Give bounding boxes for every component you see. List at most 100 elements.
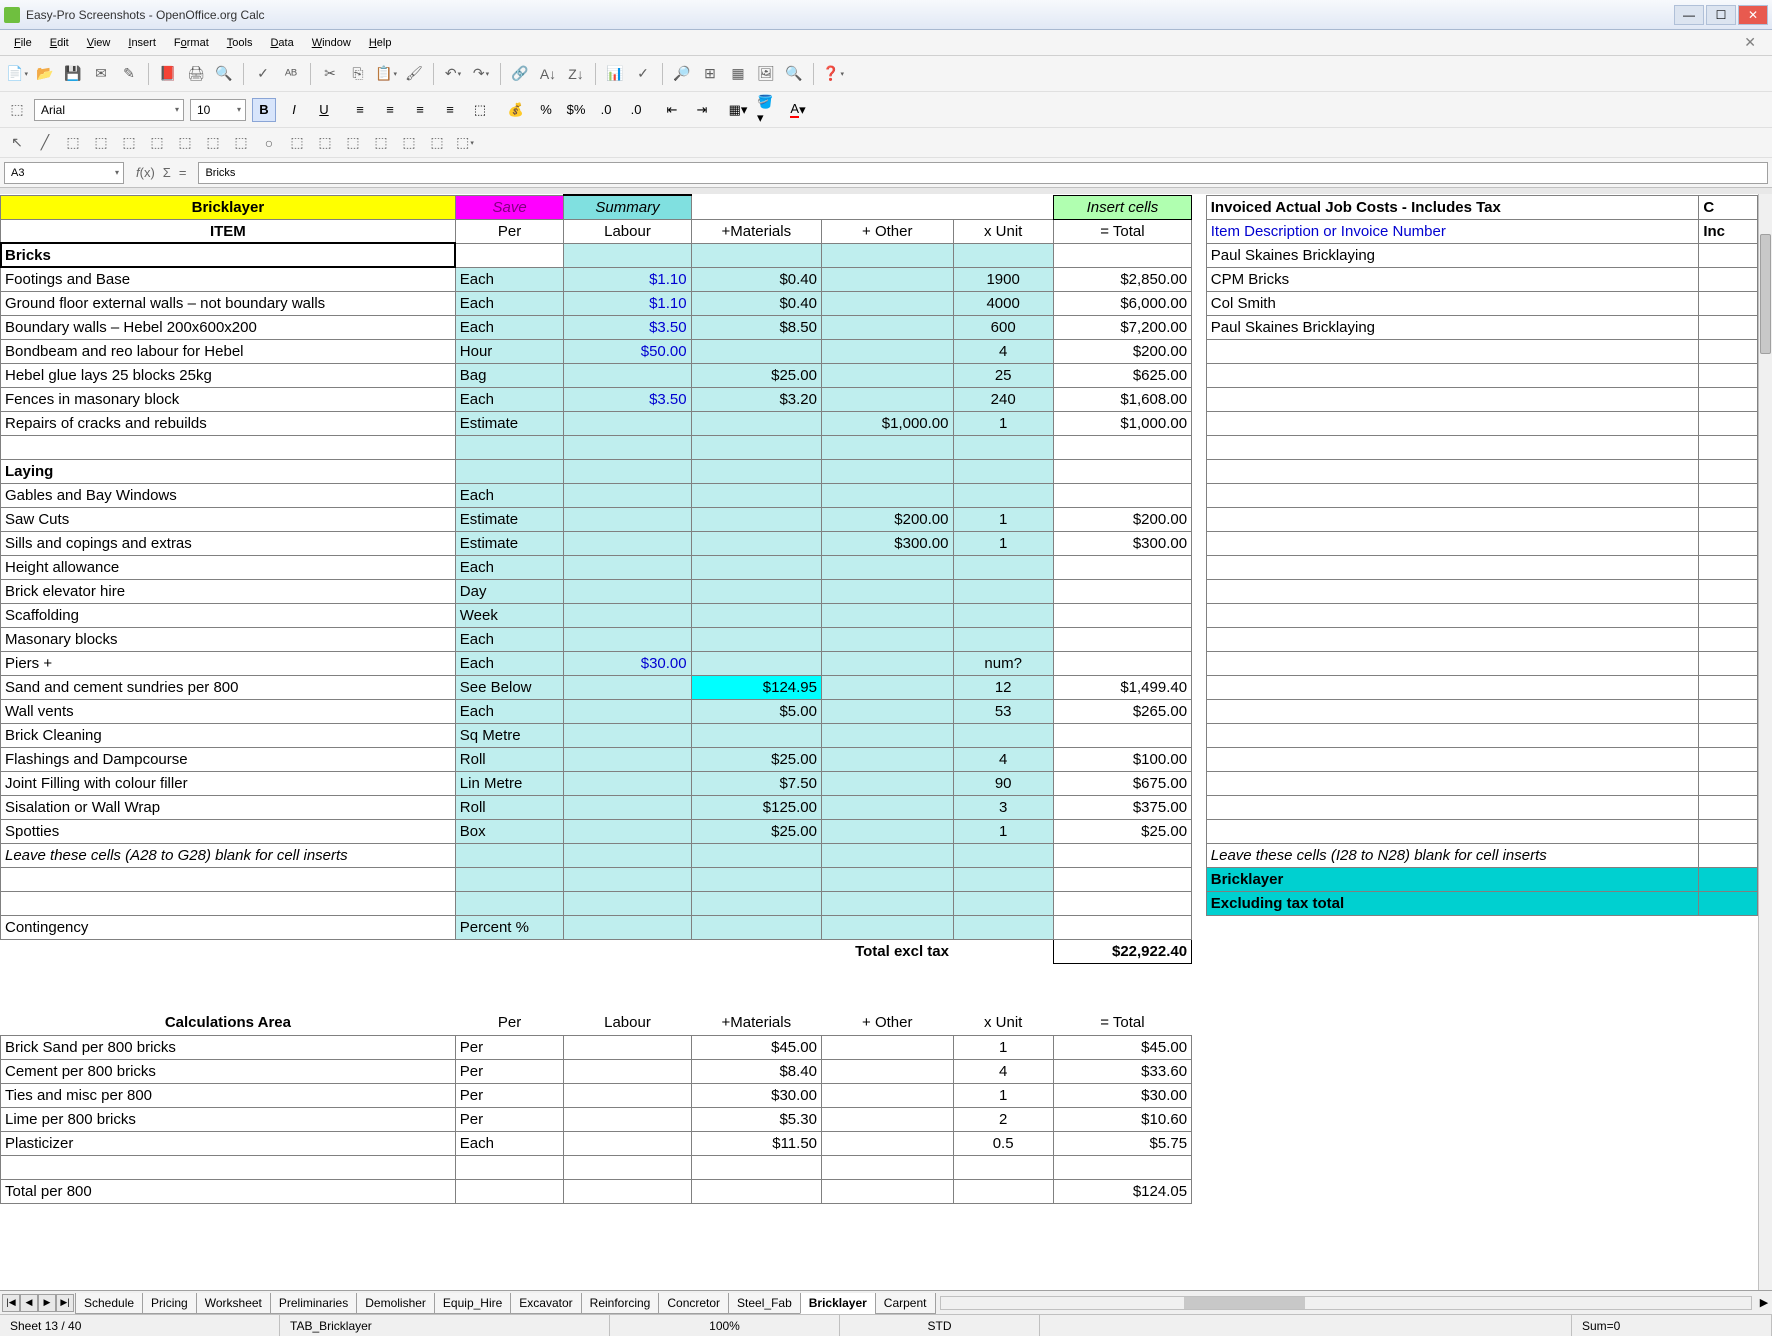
tool8-icon[interactable]: ⬚	[202, 132, 224, 154]
bricklayer-header[interactable]: Bricklayer	[1, 195, 456, 219]
menu-view[interactable]: View	[79, 34, 119, 52]
tool16-icon[interactable]: ⬚	[426, 132, 448, 154]
maximize-button[interactable]: ☐	[1706, 5, 1736, 25]
formula-input[interactable]: Bricks	[198, 162, 1768, 184]
find-icon[interactable]: 🔎	[671, 63, 693, 85]
fx-icon[interactable]: f(x)	[136, 165, 155, 180]
menu-window[interactable]: Window	[304, 34, 359, 52]
number-icon[interactable]: $%	[564, 98, 588, 122]
tool13-icon[interactable]: ⬚	[342, 132, 364, 154]
print-icon[interactable]: 🖨	[185, 63, 207, 85]
fontcolor-icon[interactable]: A▾	[786, 98, 810, 122]
tool9-icon[interactable]: ⬚	[230, 132, 252, 154]
sheet-tab-concretor[interactable]: Concretor	[658, 1293, 729, 1314]
cell-reference[interactable]: A3	[4, 162, 124, 184]
tool3-icon[interactable]: ⬚	[62, 132, 84, 154]
redo-icon[interactable]: ↷	[470, 63, 492, 85]
sheet-tab-preliminaries[interactable]: Preliminaries	[270, 1293, 357, 1314]
currency-icon[interactable]: 💰	[504, 98, 528, 122]
indent-less-icon[interactable]: ⇤	[660, 98, 684, 122]
fillcolor-icon[interactable]: 🪣▾	[756, 98, 780, 122]
sheet-tab-steel_fab[interactable]: Steel_Fab	[728, 1293, 801, 1314]
tab-scroll-right-icon[interactable]: ▶	[1756, 1296, 1772, 1309]
headers-icon[interactable]: ▦	[727, 63, 749, 85]
open-icon[interactable]: 📂	[34, 63, 56, 85]
sheet-tab-carpent[interactable]: Carpent	[875, 1293, 936, 1314]
paintbrush-icon[interactable]: 🖌	[403, 63, 425, 85]
bold-button[interactable]: B	[252, 98, 276, 122]
tab-first-icon[interactable]: |◀	[2, 1294, 20, 1312]
vertical-scrollbar[interactable]	[1758, 194, 1772, 1290]
merge-icon[interactable]: ⬚	[468, 98, 492, 122]
minimize-button[interactable]: —	[1674, 5, 1704, 25]
borders-icon[interactable]: ▦▾	[726, 98, 750, 122]
align-left-icon[interactable]: ≡	[348, 98, 372, 122]
sheet-tab-worksheet[interactable]: Worksheet	[196, 1293, 271, 1314]
tool17-icon[interactable]: ⬚	[454, 132, 476, 154]
navigator-icon[interactable]: ✓	[632, 63, 654, 85]
pdf-icon[interactable]: 📕	[157, 63, 179, 85]
sort-asc-icon[interactable]: A↓	[537, 63, 559, 85]
sum-icon[interactable]: Σ	[163, 165, 171, 180]
styles-icon[interactable]: ⬚	[6, 99, 28, 121]
sheet-tab-schedule[interactable]: Schedule	[75, 1293, 143, 1314]
sheet-tab-equip_hire[interactable]: Equip_Hire	[434, 1293, 511, 1314]
sheet-tab-demolisher[interactable]: Demolisher	[356, 1293, 435, 1314]
tool6-icon[interactable]: ⬚	[146, 132, 168, 154]
section-bricks[interactable]: Bricks	[1, 243, 456, 267]
italic-button[interactable]: I	[282, 98, 306, 122]
invoice-row[interactable]: Paul Skaines Bricklaying	[1206, 243, 1699, 267]
note1[interactable]: Leave these cells (A28 to G28) blank for…	[1, 843, 456, 867]
percent-icon[interactable]: %	[534, 98, 558, 122]
line-icon[interactable]: ╱	[34, 132, 56, 154]
zoom-icon[interactable]: 🔍	[783, 63, 805, 85]
sheet-tab-excavator[interactable]: Excavator	[510, 1293, 581, 1314]
tab-last-icon[interactable]: ▶|	[56, 1294, 74, 1312]
sheet-tab-pricing[interactable]: Pricing	[142, 1293, 197, 1314]
tool4-icon[interactable]: ⬚	[90, 132, 112, 154]
decimal-del-icon[interactable]: .0	[624, 98, 648, 122]
edit-icon[interactable]: ✎	[118, 63, 140, 85]
insert-cells-header[interactable]: Insert cells	[1053, 195, 1191, 219]
select-icon[interactable]: ↖	[6, 132, 28, 154]
decimal-add-icon[interactable]: .0	[594, 98, 618, 122]
close-button[interactable]: ✕	[1738, 5, 1768, 25]
save-header[interactable]: Save	[455, 195, 564, 219]
tab-next-icon[interactable]: ▶	[38, 1294, 56, 1312]
cell[interactable]: Footings and Base	[1, 267, 456, 291]
sort-desc-icon[interactable]: Z↓	[565, 63, 587, 85]
tool11-icon[interactable]: ⬚	[286, 132, 308, 154]
email-icon[interactable]: ✉	[90, 63, 112, 85]
preview-icon[interactable]: 🔍	[213, 63, 235, 85]
menu-file[interactable]: File	[6, 34, 40, 52]
horizontal-scrollbar[interactable]	[940, 1296, 1753, 1310]
paste-icon[interactable]: 📋	[375, 63, 397, 85]
save-icon[interactable]: 💾	[62, 63, 84, 85]
font-size-combo[interactable]: 10	[190, 99, 246, 121]
cut-icon[interactable]: ✂	[319, 63, 341, 85]
menu-help[interactable]: Help	[361, 34, 400, 52]
new-icon[interactable]: 📄	[6, 63, 28, 85]
tool12-icon[interactable]: ⬚	[314, 132, 336, 154]
help-icon[interactable]: ❓	[822, 63, 844, 85]
datasources-icon[interactable]: ⊞	[699, 63, 721, 85]
spellcheck-icon[interactable]: ✓	[252, 63, 274, 85]
menu-insert[interactable]: Insert	[120, 34, 164, 52]
sheet-tab-reinforcing[interactable]: Reinforcing	[581, 1293, 660, 1314]
indent-more-icon[interactable]: ⇥	[690, 98, 714, 122]
summary-header[interactable]: Summary	[564, 195, 691, 219]
tool15-icon[interactable]: ⬚	[398, 132, 420, 154]
tool7-icon[interactable]: ⬚	[174, 132, 196, 154]
tool5-icon[interactable]: ⬚	[118, 132, 140, 154]
chart-icon[interactable]: 📊	[604, 63, 626, 85]
hyperlink-icon[interactable]: 🔗	[509, 63, 531, 85]
underline-button[interactable]: U	[312, 98, 336, 122]
undo-icon[interactable]: ↶	[442, 63, 464, 85]
menu-edit[interactable]: Edit	[42, 34, 77, 52]
tool14-icon[interactable]: ⬚	[370, 132, 392, 154]
sheet-tab-bricklayer[interactable]: Bricklayer	[800, 1293, 876, 1314]
align-justify-icon[interactable]: ≡	[438, 98, 462, 122]
menu-tools[interactable]: Tools	[219, 34, 261, 52]
spreadsheet-grid[interactable]: Bricklayer Save Summary Insert cells Inv…	[0, 194, 1758, 1290]
close-doc-button[interactable]: ✕	[1736, 31, 1764, 54]
